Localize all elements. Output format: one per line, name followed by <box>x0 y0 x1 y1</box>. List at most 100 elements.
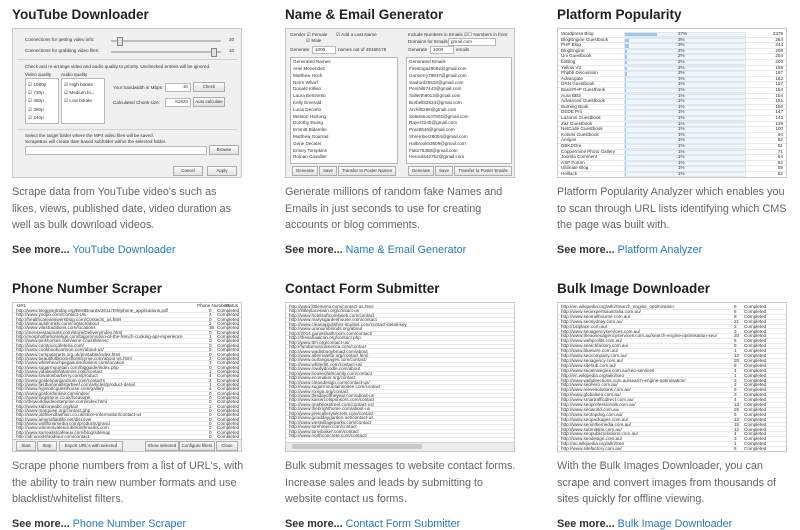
generated-name[interactable]: Matthew Gourrad <box>293 134 329 141</box>
generated-email[interactable]: Rayer2240@gmail.com <box>409 120 469 127</box>
start-button[interactable]: Start <box>16 441 36 451</box>
table-row[interactable]: http://www.northconcrete.com/contact/ <box>286 433 514 438</box>
table-row[interactable]: http://afr.goodsfoodtour.com/contact 0 Com… <box>13 434 241 438</box>
emails-save-button[interactable]: Save <box>435 166 453 176</box>
youtube-downloader-link[interactable]: YouTube Downloader <box>72 244 175 256</box>
stop-button[interactable]: Stop <box>37 441 57 451</box>
generated-name[interactable]: Emmitt Bidembe <box>293 127 329 134</box>
names-generate-button[interactable]: Generate <box>292 166 318 176</box>
generated-email[interactable]: Selestinos37802@gmail.com <box>409 114 469 121</box>
platform-percent: 1% <box>678 143 685 148</box>
platform-count: 139 <box>775 120 783 126</box>
platform-row[interactable]: Helllack 1% 52 <box>558 171 786 177</box>
emails-generate-button[interactable]: Generate <box>408 166 434 176</box>
horizontal-scrollbar[interactable] <box>286 442 514 451</box>
youtube-downloader-screenshot[interactable]: Connections for getting video info: 20 C… <box>12 28 242 178</box>
platform-name: Lazarus Guestbook <box>561 115 601 120</box>
domain-select[interactable]: gmail.com <box>448 38 496 46</box>
card-youtube-downloader: YouTube Downloader Connections for getti… <box>12 6 242 256</box>
generated-name[interactable]: Matthew Hoch <box>293 73 329 80</box>
contact-form-submitter-screenshot[interactable]: http://www.littlemenu.com/contact-us.htm… <box>285 302 515 452</box>
add-last-name-option[interactable]: ☑ Add a Last Name <box>336 32 377 38</box>
generated-email[interactable]: Heroulis43752@gmail.com <box>409 154 469 161</box>
browse-button[interactable]: Browse <box>209 145 239 155</box>
generated-name[interactable]: Ariel Menendez <box>293 66 329 73</box>
generated-name[interactable]: Laura Bertinetto <box>293 93 329 100</box>
generated-email[interactable]: Halbrook53609@gmail.com <box>409 141 469 148</box>
video-option[interactable]: ☑ 720p <box>28 89 46 97</box>
generated-email[interactable]: Archil5298@gmail.com <box>409 107 469 114</box>
card-description: Platform Popularity Analyzer which enabl… <box>557 186 787 231</box>
bandwidth-input[interactable]: 10 <box>165 83 191 92</box>
show-selected-button[interactable]: Show selected <box>145 441 179 451</box>
platform-analyzer-link[interactable]: Platform Analyzer <box>618 244 703 256</box>
platform-count: 200 <box>775 59 783 64</box>
platform-popularity-screenshot[interactable]: Wordpress Blog 27% 2379 BlogEngine Guestboo… <box>557 28 787 178</box>
names-count-input[interactable]: 1000 <box>312 46 336 54</box>
video-option[interactable]: ☑ 480p <box>28 97 46 105</box>
phone-number-scraper-screenshot[interactable]: URL Phone Numbers Status http://www.blog… <box>12 302 242 452</box>
generated-name[interactable]: Lucia Decarlo <box>293 107 329 114</box>
emails-list[interactable]: Generated Emails Firestoga29062@gmail.co… <box>406 57 512 164</box>
names-transfer-button[interactable]: Transfer to Poster Names <box>338 166 396 176</box>
check-text: Check and re-arrange video and audio qua… <box>25 64 211 69</box>
generated-email[interactable]: Shrember28004@gmail.com <box>409 134 469 141</box>
generated-email[interactable]: Sauford29618@gmail.com <box>409 80 469 87</box>
generated-name[interactable]: Dorothy Ewing <box>293 120 329 127</box>
platform-percent: 2% <box>678 53 685 59</box>
generated-name[interactable]: Emory Tompkins <box>293 148 329 155</box>
chunk-input[interactable]: 81920 <box>165 98 191 107</box>
video-quality-list[interactable]: ☑ 1080p ☑ 720p ☑ 480p ☑ 360p ☑ 240p <box>25 78 59 124</box>
names-save-button[interactable]: Save <box>319 166 337 176</box>
name-email-generator-link[interactable]: Name & Email Generator <box>346 244 467 256</box>
generated-email[interactable]: Pruett646@gmail.com <box>409 127 469 134</box>
gender-label: Gender <box>290 32 306 37</box>
audio-quality-list[interactable]: ☑ High bitrate ☑ Medium bi... ☑ Low bitr… <box>61 78 105 124</box>
generated-name[interactable]: Weston Hartung <box>293 114 329 121</box>
emails-transfer-button[interactable]: Transfer to Poster Emails <box>454 166 512 176</box>
platform-percent: 1% <box>678 98 685 104</box>
domain-label: Domains for Emails <box>408 39 448 44</box>
audio-option[interactable]: ☑ Low bitrate <box>64 97 94 105</box>
phone-number-scraper-link[interactable]: Phone Number Scraper <box>73 518 186 530</box>
generated-name[interactable]: Norm Wharf <box>293 80 329 87</box>
name-email-generator-screenshot[interactable]: Gender ☑ Female ☑ Male ☑ Add a Last Name… <box>285 28 515 178</box>
video-option[interactable]: ☑ 240p <box>28 114 46 122</box>
platform-share-bar <box>624 172 746 177</box>
card-description: Generate millions of random fake Names a… <box>285 186 503 231</box>
generated-email[interactable]: Pershil67443@gmail.com <box>409 86 469 93</box>
bulk-image-downloader-link[interactable]: Bulk Image Downloader <box>618 518 733 530</box>
generated-name[interactable]: Gene Decater <box>293 141 329 148</box>
video-option[interactable]: ☑ 360p <box>28 106 46 114</box>
generated-name[interactable]: Kelly Emerald <box>293 100 329 107</box>
audio-option[interactable]: ☑ Medium bi... <box>64 89 94 97</box>
auto-calculate-button[interactable]: Auto calculate <box>193 97 225 107</box>
names-out-of: names out of 48156175 <box>338 47 387 52</box>
platform-percent: 1% <box>678 154 685 160</box>
configure-filters-button[interactable]: Configure filters <box>179 441 215 451</box>
emails-count-input[interactable]: 1000 <box>430 46 454 54</box>
generated-email[interactable]: Firestoga29062@gmail.com <box>409 66 469 73</box>
contact-form-submitter-link[interactable]: Contact Form Submitter <box>346 518 461 530</box>
video-option[interactable]: ☑ 1080p <box>28 81 46 89</box>
generated-name[interactable]: Donald Killian <box>293 86 329 93</box>
check-button[interactable]: Check <box>193 82 225 92</box>
generated-email[interactable]: Flato76358@gmail.com <box>409 148 469 155</box>
bulk-image-downloader-screenshot[interactable]: http://en.wikipedia.org/wiki/Search_engi… <box>557 302 787 452</box>
audio-option[interactable]: ☑ High bitrate <box>64 81 94 89</box>
export-button[interactable]: Export URL's with selected data <box>59 441 123 451</box>
cancel-button[interactable]: Cancel <box>173 166 203 176</box>
generate-emails-label: Generate <box>408 47 428 52</box>
conn-info-label: Connections for getting video info: <box>25 37 95 42</box>
table-row[interactable]: http://www.sitefactory.com.au/8 Completed <box>558 446 786 451</box>
folder-path-input[interactable] <box>25 146 207 155</box>
platform-count: 154 <box>775 92 783 98</box>
generated-email[interactable]: Sallerth8013@gmail.com <box>409 93 469 100</box>
names-list[interactable]: Generated Names Ariel Menendez Matthew Ho… <box>290 57 398 164</box>
apply-button[interactable]: Apply <box>207 166 237 176</box>
generated-email[interactable]: Gunnerry79837@gmail.com <box>409 73 469 80</box>
platform-percent: 1% <box>678 148 685 154</box>
close-button[interactable]: Close <box>216 441 238 451</box>
generated-name[interactable]: Roman Cavallier <box>293 154 329 161</box>
generated-email[interactable]: Burbell82634@gmail.com <box>409 100 469 107</box>
